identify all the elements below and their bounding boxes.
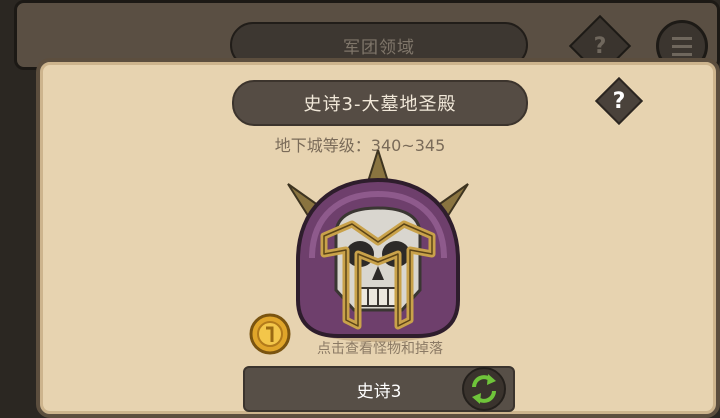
background-title: 军团领域 [343, 37, 415, 58]
helmeted-skull-icon[interactable] [278, 150, 478, 350]
difficulty-label: 史诗3 [356, 381, 402, 402]
hint-text[interactable]: 点击查看怪物和掉落 [0, 338, 720, 358]
question-icon: ? [612, 88, 626, 114]
swap-arrows-icon[interactable] [461, 366, 507, 412]
dungeon-title-banner: 史诗3-大墓地圣殿 [232, 80, 528, 126]
help-button[interactable]: ? [594, 76, 644, 126]
dungeon-title: 史诗3-大墓地圣殿 [303, 94, 457, 115]
